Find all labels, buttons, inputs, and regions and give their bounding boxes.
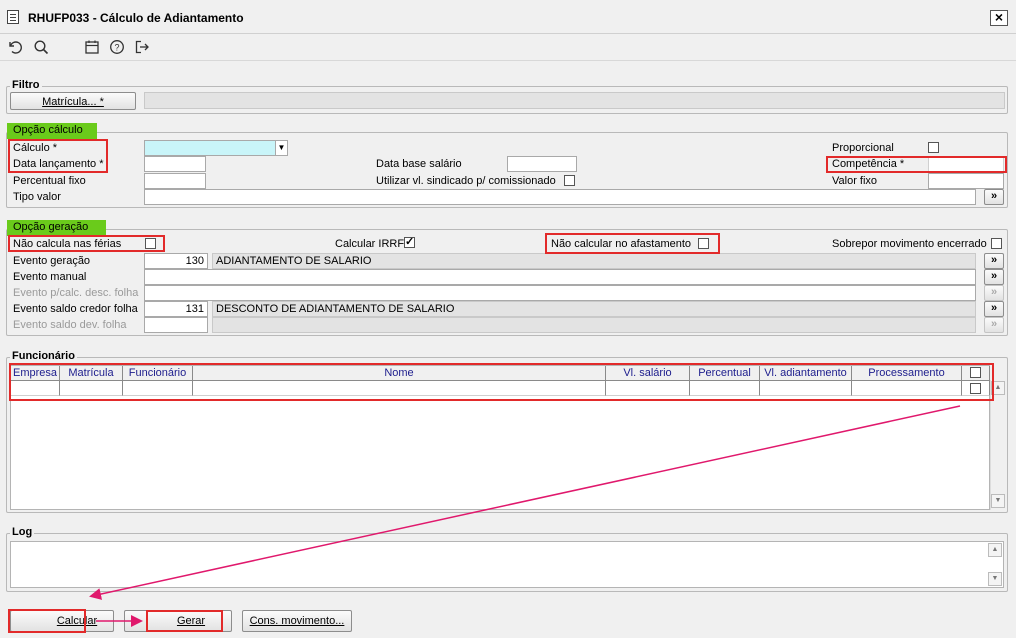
- evento-saldo-credor-lookup-button[interactable]: »: [984, 301, 1004, 317]
- evento-geracao-desc: ADIANTAMENTO DE SALARIO: [212, 253, 976, 269]
- sobrepor-label: Sobrepor movimento encerrado: [832, 238, 987, 250]
- opcao-calculo-legend: Opção cálculo: [7, 123, 97, 139]
- annotation-box-gerar: [146, 610, 223, 632]
- matricula-field[interactable]: [144, 92, 1005, 109]
- calcular-irrf-label: Calcular IRRF: [335, 238, 405, 250]
- annotation-box-competencia: [826, 156, 1007, 173]
- percentual-fixo-field[interactable]: [144, 173, 206, 189]
- evento-saldo-credor-desc: DESCONTO DE ADIANTAMENTO DE SALARIO: [212, 301, 976, 317]
- evento-saldo-dev-desc: [212, 317, 976, 333]
- evento-geracao-lookup-button[interactable]: »: [984, 253, 1004, 269]
- evento-saldo-dev-label: Evento saldo dev. folha: [13, 319, 127, 331]
- tipo-valor-lookup-button[interactable]: »: [984, 189, 1004, 205]
- document-icon: [7, 10, 19, 24]
- calendar-icon[interactable]: [83, 38, 101, 56]
- exit-icon[interactable]: [133, 38, 151, 56]
- annotation-box-ferias: [8, 235, 165, 252]
- calcular-irrf-checkbox[interactable]: [404, 235, 415, 248]
- percentual-fixo-label: Percentual fixo: [13, 175, 86, 187]
- scroll-down-icon[interactable]: ▼: [991, 494, 1005, 508]
- evento-pcalc-label: Evento p/calc. desc. folha: [13, 287, 139, 299]
- annotation-box-calculo: [8, 139, 108, 173]
- annotation-box-afastamento: [545, 233, 720, 254]
- valor-fixo-field[interactable]: [928, 173, 1004, 189]
- svg-text:?: ?: [114, 43, 119, 53]
- evento-saldo-credor-code[interactable]: 131: [144, 301, 208, 317]
- evento-manual-label: Evento manual: [13, 271, 87, 283]
- proporcional-checkbox[interactable]: [928, 142, 939, 153]
- search-icon[interactable]: [32, 38, 50, 56]
- data-base-salario-field[interactable]: [507, 156, 577, 172]
- tipo-valor-label: Tipo valor: [13, 191, 61, 203]
- matricula-button[interactable]: Matrícula... *: [10, 92, 136, 110]
- help-icon[interactable]: ?: [108, 38, 126, 56]
- evento-saldo-dev-lookup-button[interactable]: »: [984, 317, 1004, 333]
- data-base-salario-label: Data base salário: [376, 158, 462, 170]
- undo-icon[interactable]: [6, 38, 24, 56]
- sobrepor-checkbox[interactable]: [991, 238, 1002, 249]
- window-title: RHUFP033 - Cálculo de Adiantamento: [28, 11, 244, 25]
- valor-fixo-label: Valor fixo: [832, 175, 878, 187]
- opcao-geracao-legend: Opção geração: [7, 220, 106, 236]
- tipo-valor-field[interactable]: [144, 189, 976, 205]
- filtro-legend: Filtro: [10, 79, 42, 91]
- utilizar-sindicado-label: Utilizar vl. sindicado p/ comissionado: [376, 175, 556, 187]
- log-textarea[interactable]: [10, 541, 1004, 588]
- proporcional-label: Proporcional: [832, 142, 894, 154]
- evento-manual-field[interactable]: [144, 269, 976, 285]
- log-scroll-down-icon[interactable]: ▼: [988, 572, 1002, 586]
- log-legend: Log: [10, 526, 35, 538]
- annotation-box-calcular: [8, 609, 86, 633]
- annotation-box-grid: [9, 363, 994, 401]
- evento-manual-lookup-button[interactable]: »: [984, 269, 1004, 285]
- toolbar-separator: [0, 60, 1016, 61]
- chevron-down-icon[interactable]: ▼: [275, 141, 287, 155]
- funcionario-legend: Funcionário: [10, 350, 77, 362]
- utilizar-sindicado-checkbox[interactable]: [564, 175, 575, 186]
- close-button[interactable]: ×: [990, 10, 1008, 26]
- evento-geracao-label: Evento geração: [13, 255, 91, 267]
- cons-movimento-button[interactable]: Cons. movimento...: [242, 610, 352, 632]
- evento-pcalc-field[interactable]: [144, 285, 976, 301]
- evento-pcalc-lookup-button[interactable]: »: [984, 285, 1004, 301]
- calculo-select[interactable]: ▼: [144, 140, 288, 156]
- data-lancamento-field[interactable]: [144, 156, 206, 172]
- log-scroll-up-icon[interactable]: ▲: [988, 543, 1002, 557]
- evento-saldo-dev-code[interactable]: [144, 317, 208, 333]
- evento-geracao-code[interactable]: 130: [144, 253, 208, 269]
- evento-saldo-credor-label: Evento saldo credor folha: [13, 303, 138, 315]
